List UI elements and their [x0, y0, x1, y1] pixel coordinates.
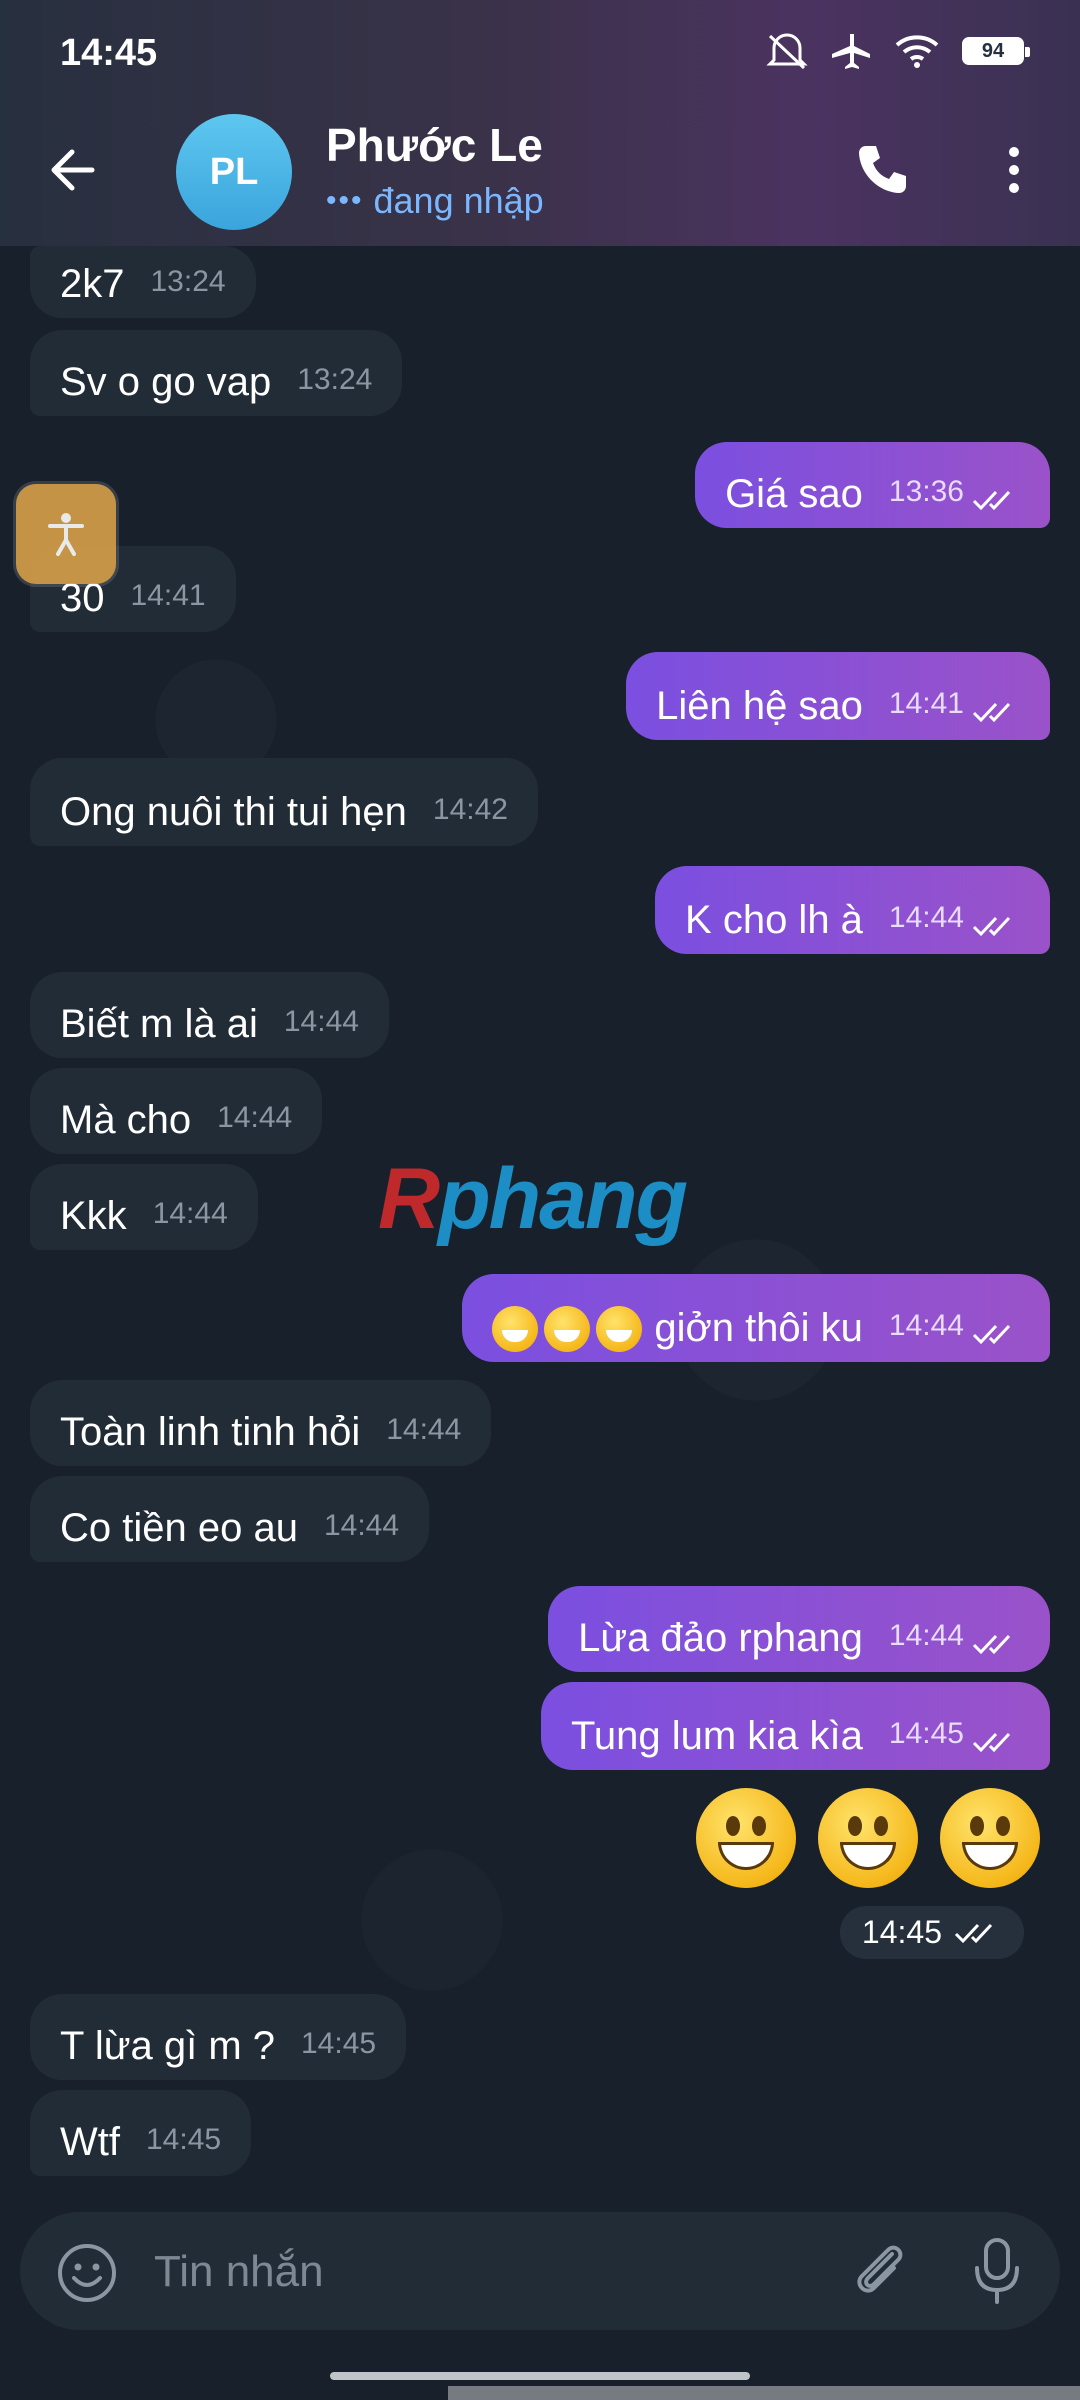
- wifi-icon: [895, 35, 939, 68]
- read-ticks-icon: [972, 916, 1011, 937]
- message-time: 14:42: [432, 793, 508, 826]
- home-indicator[interactable]: [330, 2372, 750, 2380]
- message-text: Ong nuôi thi tui hẹn: [60, 790, 407, 834]
- message-text: Lừa đảo rphang: [578, 1616, 863, 1660]
- message-time: 14:44: [888, 901, 964, 934]
- message-text: Biết m là ai: [60, 1002, 258, 1046]
- chat-header: 14:45 94 PL Phước Le ••• đang nhập: [0, 0, 1080, 246]
- grinning-emoji-icon: [818, 1788, 918, 1888]
- message-out[interactable]: Lừa đảo rphang 14:44: [548, 1586, 1050, 1672]
- message-time: 14:41: [888, 687, 964, 720]
- message-text: Kkk: [60, 1194, 127, 1238]
- message-text: Co tiền eo au: [60, 1506, 298, 1550]
- message-text: Toàn linh tinh hỏi: [60, 1410, 361, 1454]
- message-time: 14:45: [861, 1914, 942, 1950]
- emoji-message-time: 14:45: [839, 1906, 1024, 1959]
- grinning-emoji-icon: [940, 1788, 1040, 1888]
- message-input[interactable]: [152, 2236, 836, 2308]
- mute-icon: [766, 33, 808, 70]
- grinning-emoji-icon: [544, 1306, 591, 1352]
- message-in[interactable]: Sv o go vap 13:24: [30, 330, 403, 416]
- message-time: 14:44: [888, 1619, 964, 1652]
- message-in[interactable]: Kkk 14:44: [30, 1164, 258, 1250]
- message-out[interactable]: K cho lh à 14:44: [655, 866, 1050, 954]
- message-time: 14:44: [283, 1005, 359, 1038]
- message-out[interactable]: Liên hệ sao 14:41: [626, 652, 1050, 740]
- message-time: 14:44: [888, 1309, 964, 1342]
- airplane-icon: [832, 34, 870, 69]
- grinning-emoji-icon: [596, 1306, 643, 1352]
- status-icons: 94: [766, 32, 1030, 70]
- message-text: Giá sao: [725, 472, 863, 516]
- status-time: 14:45: [60, 32, 158, 74]
- message-text: Mà cho: [60, 1098, 192, 1142]
- typing-dots-icon: •••: [326, 184, 364, 217]
- contact-status: ••• đang nhập: [326, 180, 544, 222]
- message-text: Wtf: [60, 2120, 120, 2164]
- message-time: 14:41: [130, 579, 206, 612]
- message-composer: [20, 2212, 1060, 2330]
- message-out[interactable]: Giá sao 13:36: [695, 442, 1050, 528]
- message-in[interactable]: Co tiền eo au 14:44: [30, 1476, 430, 1562]
- message-in[interactable]: Ong nuôi thi tui hẹn 14:42: [30, 758, 538, 846]
- message-text: giởn thôi ku: [654, 1306, 863, 1350]
- message-in[interactable]: Mà cho 14:44: [30, 1068, 323, 1154]
- paperclip-icon[interactable]: [848, 2238, 914, 2304]
- read-ticks-icon: [972, 702, 1011, 723]
- message-text: K cho lh à: [685, 898, 863, 942]
- message-text: 2k7: [60, 262, 125, 306]
- message-in[interactable]: Biết m là ai 14:44: [30, 972, 389, 1058]
- read-ticks-icon: [972, 1634, 1011, 1655]
- read-ticks-icon: [972, 490, 1011, 511]
- message-time: 14:45: [888, 1717, 964, 1750]
- contact-avatar[interactable]: PL: [176, 114, 292, 230]
- message-text: Tung lum kia kìa: [570, 1714, 863, 1758]
- message-time: 14:44: [386, 1413, 462, 1446]
- message-out[interactable]: giởn thôi ku 14:44: [462, 1274, 1050, 1362]
- message-in[interactable]: T lừa gì m ? 14:45: [30, 1994, 407, 2080]
- microphone-icon[interactable]: [972, 2236, 1022, 2306]
- watermark-logo: Rphang: [378, 1151, 688, 1247]
- message-time: 13:24: [297, 363, 373, 396]
- message-time: 13:24: [150, 265, 226, 298]
- message-time: 14:44: [152, 1197, 228, 1230]
- grinning-emoji-icon: [492, 1306, 539, 1352]
- back-arrow-icon[interactable]: [44, 140, 104, 200]
- message-time: 13:36: [888, 475, 964, 508]
- battery-indicator: 94: [962, 37, 1030, 65]
- message-in[interactable]: 2k7 13:24: [30, 246, 256, 318]
- read-ticks-icon: [954, 1923, 993, 1943]
- message-out[interactable]: Tung lum kia kìa 14:45: [540, 1682, 1050, 1770]
- message-in[interactable]: Wtf 14:45: [30, 2090, 252, 2176]
- read-ticks-icon: [972, 1732, 1011, 1753]
- accessibility-icon[interactable]: [16, 484, 116, 584]
- smile-icon[interactable]: [56, 2242, 118, 2304]
- message-text: Sv o go vap: [60, 360, 272, 404]
- nav-strip: [448, 2386, 1080, 2400]
- phone-icon[interactable]: [852, 140, 912, 200]
- message-time: 14:44: [217, 1101, 293, 1134]
- message-time: 14:45: [301, 2027, 377, 2060]
- more-vertical-icon[interactable]: [994, 140, 1034, 200]
- emoji-message[interactable]: [696, 1788, 1040, 1888]
- message-in[interactable]: Toàn linh tinh hỏi 14:44: [30, 1380, 492, 1466]
- contact-status-text: đang nhập: [373, 180, 544, 221]
- message-text: Liên hệ sao: [656, 684, 863, 728]
- read-ticks-icon: [972, 1324, 1011, 1345]
- message-time: 14:45: [145, 2123, 222, 2156]
- contact-name[interactable]: Phước Le: [326, 118, 543, 172]
- grinning-emoji-icon: [696, 1788, 796, 1888]
- message-time: 14:44: [323, 1509, 400, 1542]
- message-text: T lừa gì m ?: [60, 2024, 275, 2068]
- accessibility-figure-icon: [48, 513, 84, 556]
